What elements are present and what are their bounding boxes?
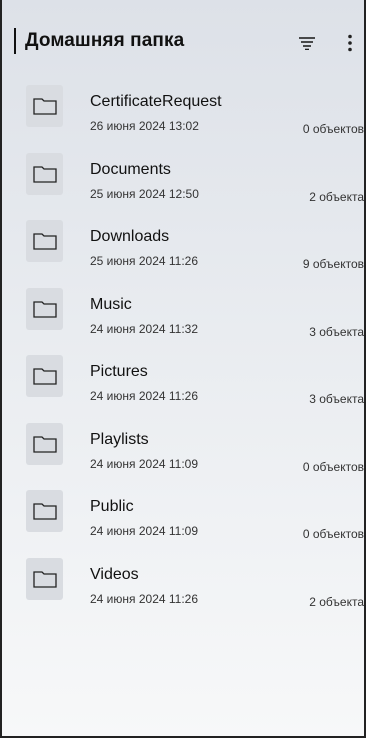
folder-row-public[interactable]: Public 24 июня 2024 11:09 0 объектов <box>26 489 366 557</box>
folder-icon-tile <box>26 355 63 397</box>
header: Домашняя папка <box>0 0 366 84</box>
folder-icon <box>32 503 57 520</box>
folder-row-downloads[interactable]: Downloads 25 июня 2024 11:26 9 объектов <box>26 219 366 287</box>
folder-date: 24 июня 2024 11:09 <box>90 456 199 471</box>
folder-item-count: 9 объектов <box>302 257 364 271</box>
folder-row-playlists[interactable]: Playlists 24 июня 2024 11:09 0 объектов <box>26 422 366 490</box>
folder-icon <box>32 98 57 115</box>
folder-icon-tile <box>26 220 63 262</box>
left-border <box>0 0 2 738</box>
filter-icon <box>299 37 315 50</box>
folder-row-documents[interactable]: Documents 25 июня 2024 12:50 2 объекта <box>26 152 366 220</box>
folder-date: 25 июня 2024 12:50 <box>90 186 199 201</box>
folder-item-count: 2 объекта <box>309 189 364 204</box>
folder-icon <box>32 165 57 183</box>
folder-name: CertificateRequest <box>90 93 222 110</box>
folder-date: 26 июня 2024 13:02 <box>90 119 199 133</box>
folder-name: Documents <box>90 160 171 178</box>
page-title: Домашняя папка <box>25 30 185 51</box>
folder-icon-tile <box>26 422 63 465</box>
more-vertical-icon <box>348 34 352 52</box>
folder-icon-tile <box>26 490 63 532</box>
folder-icon <box>32 368 57 385</box>
folder-date: 24 июня 2024 11:09 <box>90 524 199 538</box>
folder-item-count: 3 объекта <box>309 392 364 406</box>
folder-name: Pictures <box>90 363 148 380</box>
folder-name: Playlists <box>90 430 149 448</box>
folder-row-pictures[interactable]: Pictures 24 июня 2024 11:26 3 объекта <box>26 354 366 422</box>
folder-date: 24 июня 2024 11:26 <box>90 591 199 606</box>
folder-item-count: 2 объекта <box>309 594 364 609</box>
folder-item-count: 0 объектов <box>302 527 364 541</box>
folder-name: Downloads <box>90 228 170 245</box>
folder-item-count: 0 объектов <box>302 122 364 136</box>
folder-icon <box>32 435 57 453</box>
title-accent-bar <box>14 28 16 54</box>
folder-date: 24 июня 2024 11:32 <box>90 321 199 336</box>
folder-icon-tile <box>26 557 63 600</box>
folder-date: 25 июня 2024 11:26 <box>90 254 199 268</box>
folder-date: 24 июня 2024 11:26 <box>90 389 199 403</box>
folder-icon <box>32 300 57 318</box>
folder-icon-tile <box>26 287 63 330</box>
folder-row-certificaterequest[interactable]: CertificateRequest 26 июня 2024 13:02 0 … <box>26 84 366 152</box>
folder-name: Music <box>90 295 132 313</box>
folder-icon-tile <box>26 152 63 195</box>
folder-list: CertificateRequest 26 июня 2024 13:02 0 … <box>26 84 366 624</box>
folder-name: Videos <box>90 565 139 583</box>
sort-filter-button[interactable] <box>292 30 322 56</box>
more-options-button[interactable] <box>335 30 365 56</box>
folder-icon <box>32 570 57 588</box>
folder-row-videos[interactable]: Videos 24 июня 2024 11:26 2 объекта <box>26 557 366 625</box>
folder-item-count: 0 объектов <box>302 459 364 474</box>
folder-icon <box>32 233 57 250</box>
folder-row-music[interactable]: Music 24 июня 2024 11:32 3 объекта <box>26 287 366 355</box>
folder-item-count: 3 объекта <box>309 324 364 339</box>
folder-name: Public <box>90 498 134 515</box>
folder-icon-tile <box>26 85 63 127</box>
